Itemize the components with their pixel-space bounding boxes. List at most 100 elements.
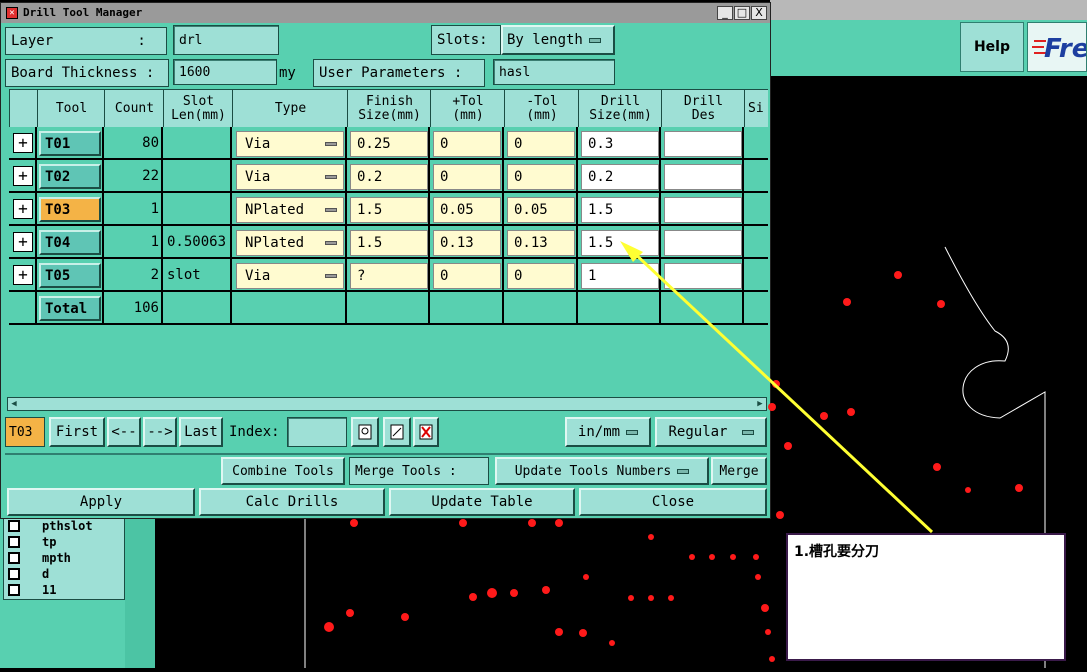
layer-checkbox[interactable] <box>8 520 20 532</box>
calc-drills-button[interactable]: Calc Drills <box>199 488 385 516</box>
finish-size-input[interactable]: 0.2 <box>350 164 428 190</box>
unit-label: my <box>279 65 296 81</box>
layer-list: pthslot tp mpth d 11 <box>3 515 125 600</box>
merge-button[interactable]: Merge <box>711 457 767 485</box>
type-select[interactable]: NPlated <box>236 230 344 256</box>
combine-tools-button[interactable]: Combine Tools <box>221 457 345 485</box>
tool-button[interactable]: T01 <box>39 131 101 156</box>
dropdown-icon <box>325 208 337 212</box>
current-tool-indicator: T03 <box>5 417 45 447</box>
dropdown-icon <box>677 468 690 474</box>
update-table-button[interactable]: Update Table <box>389 488 575 516</box>
expand-row-icon[interactable]: + <box>13 166 33 186</box>
mode-select[interactable]: Regular <box>655 417 767 447</box>
update-tools-numbers-select[interactable]: Update Tools Numbers <box>495 457 709 485</box>
plus-tol-input[interactable]: 0 <box>433 263 501 289</box>
layer-row[interactable]: 11 <box>4 582 124 598</box>
layer-name: d <box>42 567 50 581</box>
plus-tol-input[interactable]: 0 <box>433 164 501 190</box>
dialog-titlebar[interactable]: ✕ Drill Tool Manager _ □ X <box>1 3 770 23</box>
drill-des-input[interactable] <box>664 263 742 289</box>
minimize-button[interactable]: _ <box>717 6 733 20</box>
slots-label: Slots: <box>431 25 501 55</box>
maximize-button[interactable]: □ <box>734 6 750 20</box>
finish-size-input[interactable]: ? <box>350 263 428 289</box>
tool-button[interactable]: T04 <box>39 230 101 255</box>
tool-count: 1 <box>150 201 159 217</box>
plus-tol-input[interactable]: 0 <box>433 131 501 157</box>
minus-tol-input[interactable]: 0 <box>507 263 575 289</box>
minus-tol-input[interactable]: 0.13 <box>507 230 575 256</box>
help-button[interactable]: Help <box>960 22 1024 72</box>
delete-button[interactable] <box>413 417 439 447</box>
slots-select[interactable]: By length <box>501 25 615 55</box>
header-minus-tol: -Tol (mm) <box>504 89 580 129</box>
plus-tol-input[interactable]: 0.05 <box>433 197 501 223</box>
drill-size-input[interactable]: 1.5 <box>581 230 659 256</box>
minus-tol-input[interactable]: 0 <box>507 164 575 190</box>
close-button[interactable]: Close <box>579 488 767 516</box>
scroll-left-icon[interactable]: ◀ <box>8 398 20 410</box>
layer-row[interactable]: tp <box>4 534 124 550</box>
scroll-right-icon[interactable]: ▶ <box>754 398 766 410</box>
expand-row-icon[interactable]: + <box>13 199 33 219</box>
drill-des-input[interactable] <box>664 164 742 190</box>
type-select[interactable]: Via <box>236 164 344 190</box>
layer-checkbox[interactable] <box>8 552 20 564</box>
expand-row-icon[interactable]: + <box>13 265 33 285</box>
layer-checkbox[interactable] <box>8 568 20 580</box>
finish-size-input[interactable]: 1.5 <box>350 197 428 223</box>
last-button[interactable]: Last <box>179 417 223 447</box>
type-select[interactable]: NPlated <box>236 197 344 223</box>
index-label: Index: <box>229 424 280 440</box>
layer-name: pthslot <box>42 519 93 533</box>
prev-button[interactable]: <-- <box>107 417 141 447</box>
drill-size-input[interactable]: 0.3 <box>581 131 659 157</box>
layer-row[interactable]: pthslot <box>4 518 124 534</box>
table-cell <box>744 259 768 292</box>
layer-field[interactable]: drl <box>173 25 279 55</box>
finish-size-input[interactable]: 0.25 <box>350 131 428 157</box>
first-button[interactable]: First <box>49 417 105 447</box>
type-value: Via <box>245 136 271 152</box>
units-select[interactable]: in/mm <box>565 417 651 447</box>
minus-tol-input[interactable]: 0.05 <box>507 197 575 223</box>
drill-des-input[interactable] <box>664 230 742 256</box>
finish-size-input[interactable]: 1.5 <box>350 230 428 256</box>
type-select[interactable]: Via <box>236 131 344 157</box>
header-drill-des: Drill Des <box>661 89 746 129</box>
total-label: Total <box>39 296 101 321</box>
dropdown-icon <box>741 429 754 435</box>
expand-row-icon[interactable]: + <box>13 133 33 153</box>
board-thickness-field[interactable]: 1600 <box>173 59 277 85</box>
minus-tol-input[interactable]: 0 <box>507 131 575 157</box>
close-window-button[interactable]: X <box>751 6 767 20</box>
drill-size-input[interactable]: 1.5 <box>581 197 659 223</box>
header-finish-size: Finish Size(mm) <box>347 89 432 129</box>
drill-des-input[interactable] <box>664 197 742 223</box>
plus-tol-input[interactable]: 0.13 <box>433 230 501 256</box>
drill-des-input[interactable] <box>664 131 742 157</box>
layer-checkbox[interactable] <box>8 536 20 548</box>
table-cell <box>661 292 744 325</box>
drill-size-input[interactable]: 1 <box>581 263 659 289</box>
layer-row[interactable]: mpth <box>4 550 124 566</box>
layer-row[interactable]: d <box>4 566 124 582</box>
expand-row-icon[interactable]: + <box>13 232 33 252</box>
tool-button[interactable]: T05 <box>39 263 101 288</box>
next-button[interactable]: --> <box>143 417 177 447</box>
type-select[interactable]: Via <box>236 263 344 289</box>
table-cell <box>504 292 578 325</box>
tool-count: 80 <box>142 135 159 151</box>
user-parameters-field[interactable]: hasl <box>493 59 615 85</box>
apply-button[interactable]: Apply <box>7 488 195 516</box>
header-blank <box>9 89 39 129</box>
layer-checkbox[interactable] <box>8 584 20 596</box>
horizontal-scrollbar[interactable]: ◀ ▶ <box>7 397 767 411</box>
edit-button[interactable] <box>383 417 411 447</box>
tool-button[interactable]: T02 <box>39 164 101 189</box>
drill-size-input[interactable]: 0.2 <box>581 164 659 190</box>
index-field[interactable] <box>287 417 347 447</box>
find-button[interactable] <box>351 417 379 447</box>
tool-button[interactable]: T03 <box>39 197 101 222</box>
